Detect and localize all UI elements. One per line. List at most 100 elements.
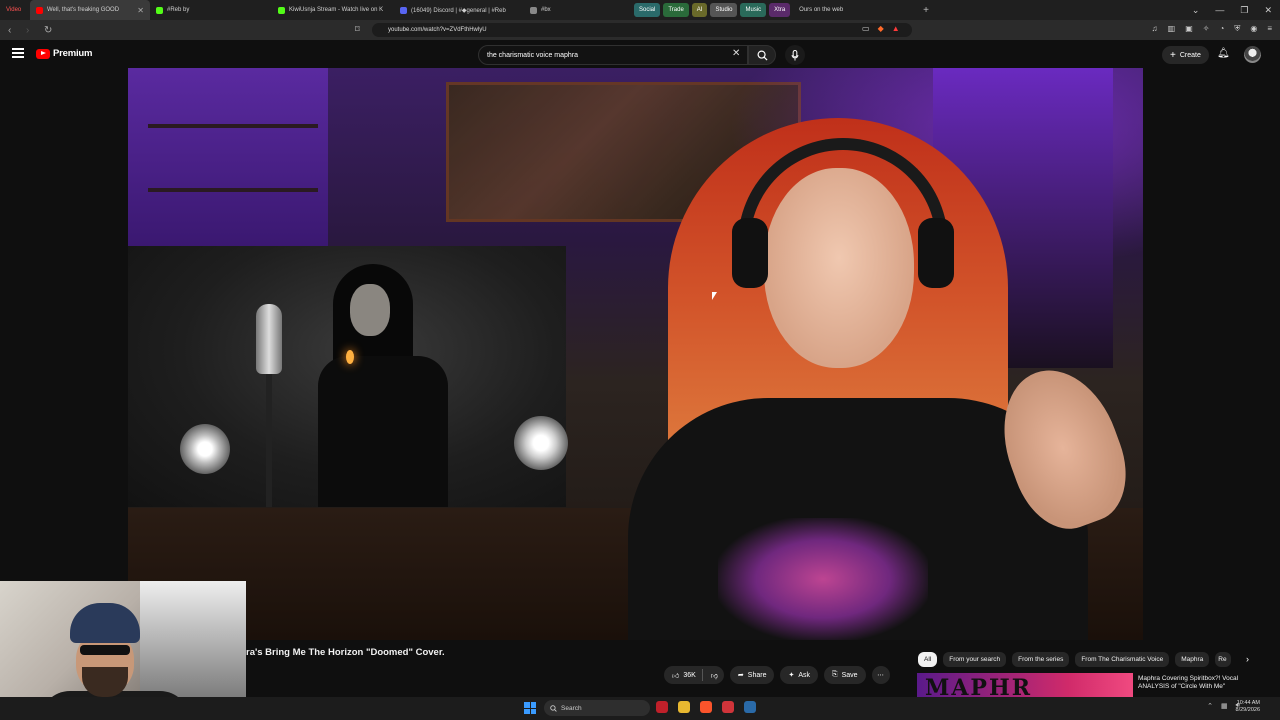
browser-toolbar-icons: ♫ ▥ ▣ ✧ ◔ ⛨ ◉ ≡ [1152,24,1272,34]
chip-maphra[interactable]: Maphra [1175,652,1210,667]
close-tab-icon[interactable]: ✕ [137,6,144,15]
vpn-icon[interactable]: ◔ [1220,24,1225,34]
minimize-icon[interactable]: — [1215,5,1224,15]
new-tab-icon[interactable]: + [923,5,929,16]
video-frame-headphone-cup [918,218,954,288]
tab-kick[interactable]: #Reb by [150,0,272,20]
chevron-down-icon[interactable]: ⌄ [1192,5,1200,16]
tab-group-studio[interactable]: Studio [710,3,738,17]
voice-search-button[interactable] [785,45,805,65]
profile-icon[interactable]: ◉ [1250,24,1257,34]
video-frame-shelf-left [128,68,328,248]
like-button[interactable]: 👍︎ 36K 👎︎ [664,666,724,684]
music-icon[interactable]: ♫ [1152,24,1158,34]
windows-start-icon[interactable] [524,702,536,714]
rewards-icon[interactable]: ▲ [892,24,900,33]
video-actions: 👍︎ 36K 👎︎ ➦ Share ✦ Ask ⎘ Save ⋯ [664,666,890,684]
app-icon[interactable] [744,701,756,713]
chevron-right-icon[interactable]: › [1246,654,1249,664]
search-icon [550,704,557,712]
reload-icon[interactable]: ↻ [44,25,54,36]
account-avatar[interactable] [1244,46,1261,63]
youtube-tab-icon [36,6,43,14]
hamburger-menu-icon[interactable] [12,48,24,58]
chip-from-the-series[interactable]: From the series [1012,652,1070,667]
discord-tab-icon [400,6,407,14]
url-field[interactable]: youtube.com/watch?v=ZVdFthHwlyU [372,23,912,37]
tab-youtube-active[interactable]: Well, that's freaking GOOD ✕ [30,0,150,20]
tab-label: Ours on the web [799,7,844,13]
app-icon[interactable] [722,701,734,713]
taskbar-search-label: Search [561,704,582,712]
share-button[interactable]: ➦ Share [729,666,775,684]
tab-label: Video [6,7,22,13]
create-button[interactable]: + Create [1162,46,1209,64]
ask-button[interactable]: ✦ Ask [780,666,819,684]
like-count: 36K [683,671,696,679]
search-input[interactable]: the charismatic voice maphra [478,45,748,65]
notifications-bell-icon[interactable]: 🔔︎ [1217,48,1230,59]
chip-all[interactable]: All [918,652,938,667]
video-inset-music-video [128,246,568,507]
chip-from-channel[interactable]: From The Charismatic Voice [1075,652,1170,667]
thumbs-down-icon[interactable]: 👎︎ [711,671,718,680]
system-clock[interactable]: 10:44 AM 8/29/2026 [1236,700,1260,714]
youtube-play-icon [36,48,50,59]
bookmark-icon[interactable]: ⌑ [355,24,360,35]
network-icon[interactable]: ▦ [1221,702,1228,710]
taskbar-search[interactable]: Search [544,700,650,716]
recommendation-filter-chips: All From your search From the series Fro… [918,652,1232,667]
tab-discord[interactable]: (16049) Discord | #◆general | #Reb [394,0,524,20]
kick-tab-icon [156,6,163,14]
forward-icon[interactable]: › [26,25,36,36]
folder-icon[interactable] [678,701,690,713]
search-value: the charismatic voice maphra [487,51,579,59]
save-label: Save [841,671,858,679]
microphone-icon [791,49,799,61]
recommendation-thumbnail[interactable]: MAPHR [917,673,1133,697]
tab-group-trade[interactable]: Trade [663,3,689,17]
cast-icon[interactable]: ▭ [862,24,870,33]
tab-kick-stream[interactable]: KiwiUsnja Stream - Watch live on K [272,0,394,20]
clear-search-icon[interactable]: ✕ [732,48,740,59]
more-horizontal-icon: ⋯ [877,672,885,679]
address-bar: ‹ › ↻ ⌑ youtube.com/watch?v=ZVdFthHwlyU … [0,20,1280,40]
logo-label: Premium [53,48,93,59]
tab-group-ai[interactable]: AI [691,3,708,17]
restore-icon[interactable]: ❐ [1240,5,1248,16]
tab-bx[interactable]: #bx [524,0,634,20]
tab-group-xtra[interactable]: Xtra [769,3,791,17]
save-button[interactable]: ⎘ Save [824,666,866,684]
brave-shield-icon[interactable]: ◆ [878,24,884,33]
tab-label: #Reb by [167,7,190,13]
video-player[interactable] [128,68,1143,640]
clock-time: 10:44 AM [1236,700,1260,706]
close-window-icon[interactable]: ✕ [1264,5,1272,16]
recommendation-title[interactable]: Maphra Covering Spiritbox?! Vocal ANALYS… [1138,675,1268,692]
sidebar-icon[interactable]: ▥ [1168,24,1176,34]
chevron-up-icon[interactable]: ⌃ [1207,702,1213,710]
bookmark-save-icon: ⎘ [832,671,838,678]
tab-ours-on-web[interactable]: Ours on the web [793,0,903,20]
shield-icon[interactable]: ⛨ [1234,24,1240,34]
menu-icon[interactable]: ≡ [1267,24,1272,34]
tab-group-music[interactable]: Music [740,3,767,17]
more-actions-button[interactable]: ⋯ [871,666,890,684]
youtube-premium-logo[interactable]: Premium [36,48,92,59]
taskbar-apps [656,701,756,713]
wallet-icon[interactable]: ▣ [1185,24,1193,34]
tab-group-social[interactable]: Social [634,3,661,17]
thumbs-up-icon: 👍︎ [672,672,680,680]
extensions-icon[interactable]: ✧ [1203,24,1210,34]
app-icon[interactable] [656,701,668,713]
window-controls: ⌄ — ❐ ✕ [1192,0,1280,20]
chip-from-your-search[interactable]: From your search [943,652,1007,667]
search-button[interactable] [748,45,776,65]
brave-icon[interactable] [700,701,712,713]
tab-label: Well, that's freaking GOOD [47,7,120,13]
tab-video[interactable]: Video [0,0,30,20]
youtube-header: Premium the charismatic voice maphra ✕ +… [0,40,1280,68]
chip-truncated[interactable]: Re [1215,652,1232,667]
url-text: youtube.com/watch?v=ZVdFthHwlyU [388,27,487,33]
back-icon[interactable]: ‹ [8,25,18,36]
